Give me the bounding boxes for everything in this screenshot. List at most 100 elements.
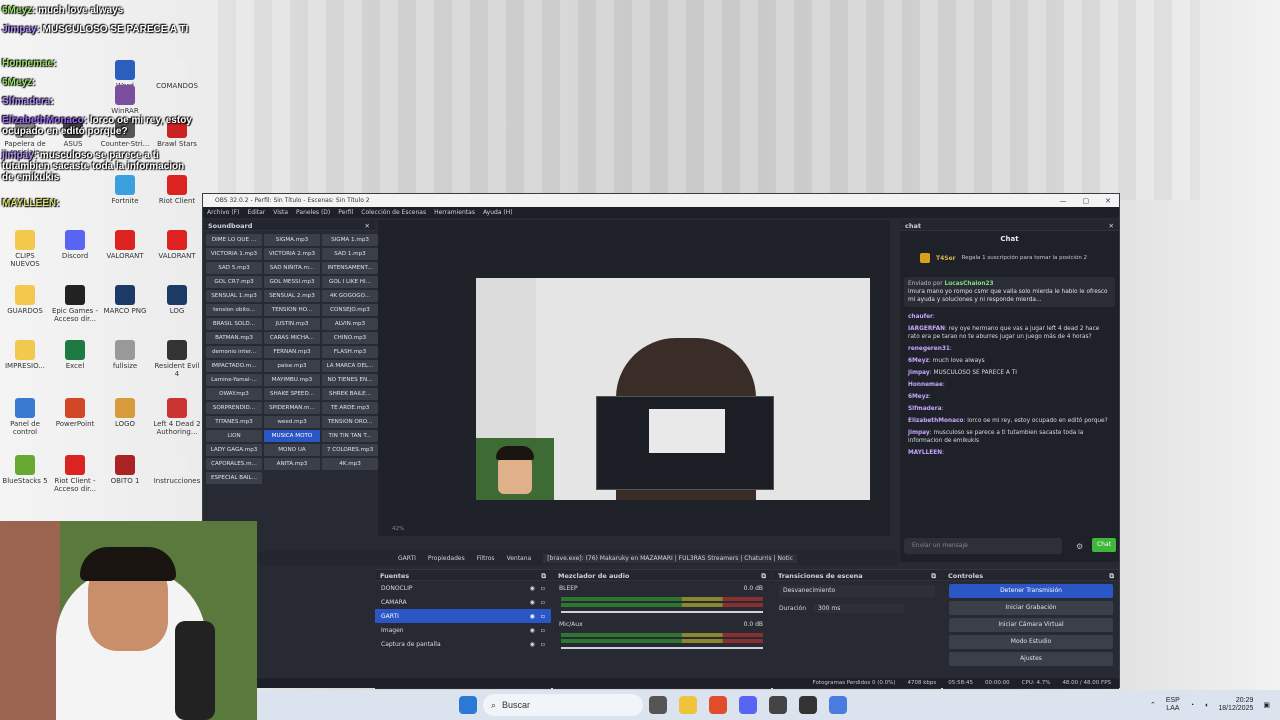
soundboard-button[interactable]: demonio inter... — [206, 346, 262, 358]
eye-icon[interactable]: ◉ — [530, 627, 535, 634]
source-item[interactable]: Captura de pantalla ◉ ▫ — [375, 637, 551, 651]
desktop-icon[interactable]: LOG — [152, 285, 202, 315]
language-indicator[interactable]: ESP LAA — [1166, 697, 1180, 713]
properties-button[interactable]: Propiedades — [428, 555, 465, 562]
desktop-icon[interactable]: Discord — [50, 230, 100, 260]
eye-icon[interactable]: ◉ — [530, 613, 535, 620]
soundboard-button[interactable]: LION — [206, 430, 262, 442]
undock-icon[interactable]: ⧉ — [761, 572, 766, 580]
soundboard-button[interactable]: SAD NIÑITA.m... — [264, 262, 320, 274]
desktop-icon[interactable]: Epic Games - Acceso dir... — [50, 285, 100, 323]
soundboard-button[interactable]: INTENSAMENT... — [322, 262, 378, 274]
chat-input[interactable]: Enviar un mensaje — [904, 538, 1062, 554]
soundboard-button[interactable]: SPIDERMAN.m... — [264, 402, 320, 414]
volume-slider[interactable] — [561, 611, 763, 613]
source-item[interactable]: DONOCLIP ◉ ▫ — [375, 581, 551, 595]
wifi-icon[interactable]: ◔ — [1190, 702, 1194, 709]
app-icon[interactable] — [799, 696, 817, 714]
menu-item[interactable]: Paneles (D) — [296, 209, 330, 216]
soundboard-button[interactable]: NO TIENES EN... — [322, 374, 378, 386]
close-icon[interactable]: ✕ — [1109, 222, 1114, 230]
soundboard-button[interactable]: VICTORIA 1.mp3 — [206, 248, 262, 260]
desktop-icon[interactable]: PowerPoint — [50, 398, 100, 428]
soundboard-button[interactable]: CHINO.mp3 — [322, 332, 378, 344]
task-view-icon[interactable] — [649, 696, 667, 714]
soundboard-button[interactable]: BATMAN.mp3 — [206, 332, 262, 344]
soundboard-button[interactable]: GOL MESSI.mp3 — [264, 276, 320, 288]
soundboard-button[interactable]: Lamine-Yamal-... — [206, 374, 262, 386]
soundboard-button[interactable]: CARAS MICHA... — [264, 332, 320, 344]
soundboard-button[interactable]: LA MARCA DEL... — [322, 360, 378, 372]
soundboard-button[interactable]: SENSUAL 1.mp3 — [206, 290, 262, 302]
menu-item[interactable]: Ayuda (H) — [483, 209, 513, 216]
soundboard-button[interactable]: GOL CR7.mp3 — [206, 276, 262, 288]
soundboard-button[interactable]: ANITA.mp3 — [264, 458, 320, 470]
volume-icon[interactable]: ◖ — [1204, 702, 1208, 709]
menu-item[interactable]: Perfil — [338, 209, 353, 216]
soundboard-button[interactable]: VICTORIA 2.mp3 — [264, 248, 320, 260]
soundboard-button[interactable]: SAD 5.mp3 — [206, 262, 262, 274]
menu-item[interactable]: Herramientas — [434, 209, 475, 216]
desktop-icon[interactable]: LOGO — [100, 398, 150, 428]
stream-preview[interactable] — [476, 278, 870, 500]
preview-canvas[interactable]: 42% — [378, 220, 890, 536]
lock-icon[interactable]: ▫ — [541, 599, 545, 606]
eye-icon[interactable]: ◉ — [530, 599, 535, 606]
soundboard-button[interactable]: JUSTIN.mp3 — [264, 318, 320, 330]
soundboard-button[interactable]: FERNAN.mp3 — [264, 346, 320, 358]
close-icon[interactable]: ✕ — [365, 222, 370, 230]
lock-icon[interactable]: ▫ — [541, 613, 545, 620]
soundboard-button[interactable]: DIME LO QUE ... — [206, 234, 262, 246]
control-button[interactable]: Iniciar Cámara Virtual — [949, 618, 1113, 632]
desktop-icon[interactable]: Panel de control — [0, 398, 50, 436]
obs-icon[interactable] — [769, 696, 787, 714]
notifications-icon[interactable]: ▣ — [1263, 701, 1270, 709]
brave-icon[interactable] — [709, 696, 727, 714]
soundboard-button[interactable]: SENSUAL 2.mp3 — [264, 290, 320, 302]
desktop-icon[interactable]: CLIPS NUEVOS — [0, 230, 50, 268]
eye-icon[interactable]: ◉ — [530, 585, 535, 592]
desktop-icon[interactable]: VALORANT — [100, 230, 150, 260]
soundboard-button[interactable]: MAYIMBU.mp3 — [264, 374, 320, 386]
undock-icon[interactable]: ⧉ — [541, 572, 546, 580]
menu-item[interactable]: Vista — [273, 209, 288, 216]
soundboard-button[interactable]: ESPECIAL BAIL... — [206, 472, 262, 484]
source-item[interactable]: GARTI ◉ ▫ — [375, 609, 551, 623]
volume-slider[interactable] — [561, 647, 763, 649]
obs-titlebar[interactable]: OBS 32.0.2 - Perfil: Sin Título - Escena… — [203, 194, 1119, 207]
soundboard-button[interactable]: paise.mp3 — [264, 360, 320, 372]
file-explorer-icon[interactable] — [679, 696, 697, 714]
desktop-icon[interactable]: Riot Client - Acceso dir... — [50, 455, 100, 493]
lock-icon[interactable]: ▫ — [541, 585, 545, 592]
soundboard-button[interactable]: OWAY.mp3 — [206, 388, 262, 400]
control-button[interactable]: Iniciar Grabación — [949, 601, 1113, 615]
soundboard-button[interactable]: IMPACTADO.m... — [206, 360, 262, 372]
soundboard-button[interactable]: FLASH.mp3 — [322, 346, 378, 358]
source-item[interactable]: Imagen ◉ ▫ — [375, 623, 551, 637]
desktop-icon[interactable]: OBITO 1 — [100, 455, 150, 485]
undock-icon[interactable]: ⧉ — [931, 572, 936, 580]
desktop-icon[interactable]: Excel — [50, 340, 100, 370]
soundboard-button[interactable]: weed.mp3 — [264, 416, 320, 428]
soundboard-button[interactable]: SIGMA.mp3 — [264, 234, 320, 246]
windows-start-icon[interactable] — [459, 696, 477, 714]
desktop-icon[interactable]: Left 4 Dead 2 Authoring... — [152, 398, 202, 436]
lock-icon[interactable]: ▫ — [541, 641, 545, 648]
soundboard-button[interactable]: GOL I LIKE HI... — [322, 276, 378, 288]
soundboard-button[interactable]: TENSION ORO... — [322, 416, 378, 428]
control-button[interactable]: Detener Transmisión — [949, 584, 1113, 598]
soundboard-button[interactable]: 7 COLORES.mp3 — [322, 444, 378, 456]
chat-send-button[interactable]: Chat — [1092, 538, 1116, 552]
desktop-icon[interactable]: VALORANT — [152, 230, 202, 260]
source-item[interactable]: CAMARA ◉ ▫ — [375, 595, 551, 609]
menu-item[interactable]: Colección de Escenas — [361, 209, 426, 216]
chevron-up-icon[interactable]: ⌃ — [1150, 701, 1156, 709]
duration-input[interactable]: 300 ms — [814, 603, 905, 613]
close-icon[interactable]: ✕ — [1105, 197, 1111, 205]
soundboard-button[interactable]: LADY GAGA.mp3 — [206, 444, 262, 456]
soundboard-button[interactable]: CAPORALES.m... — [206, 458, 262, 470]
soundboard-button[interactable]: SHREK BAILE... — [322, 388, 378, 400]
transition-select[interactable]: Desvanecimiento — [779, 585, 935, 597]
desktop-icon[interactable]: GUARDOS — [0, 285, 50, 315]
desktop-icon[interactable]: BlueStacks 5 — [0, 455, 50, 485]
